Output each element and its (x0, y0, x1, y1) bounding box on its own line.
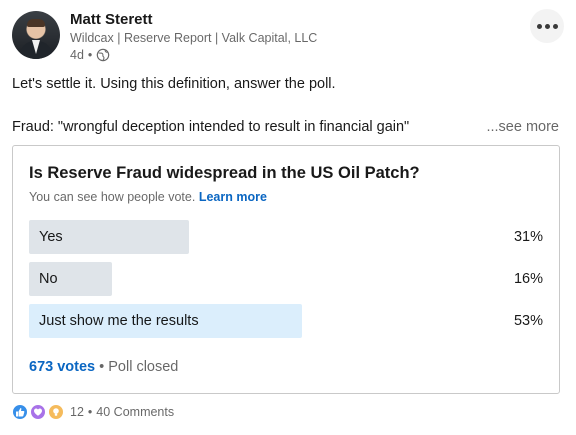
learn-more-link[interactable]: Learn more (199, 190, 267, 204)
post-text-line-1: Let's settle it. Using this definition, … (12, 76, 336, 92)
comments-count-link[interactable]: 40 Comments (96, 405, 174, 419)
avatar-hair (27, 19, 45, 27)
poll-option-no[interactable]: No 16% (29, 262, 545, 296)
poll-option-percent: 31% (513, 229, 543, 245)
poll-option-label: No (39, 271, 58, 287)
more-options-button[interactable] (530, 9, 564, 43)
poll-card: Is Reserve Fraud widespread in the US Oi… (12, 145, 560, 394)
post-time: 4d (70, 48, 84, 62)
poll-option-just-show-results[interactable]: Just show me the results 53% (29, 304, 545, 338)
poll-footer-separator: • (99, 359, 105, 375)
poll-option-label: Just show me the results (39, 313, 199, 329)
like-icon[interactable] (12, 404, 28, 420)
poll-votes-link[interactable]: 673 votes (29, 359, 95, 375)
poll-option-label: Yes (39, 229, 63, 245)
author-avatar[interactable] (12, 11, 60, 59)
poll-option-percent: 16% (513, 271, 543, 287)
author-name[interactable]: Matt Sterett (70, 11, 153, 28)
poll-status: Poll closed (108, 359, 179, 375)
author-headline: Wildcax | Reserve Report | Valk Capital,… (70, 31, 318, 45)
poll-note-text: You can see how people vote. (29, 190, 196, 204)
insightful-icon[interactable] (48, 404, 64, 420)
more-dot-icon (552, 23, 558, 29)
more-dot-icon (544, 23, 550, 29)
meta-separator: • (87, 48, 93, 62)
more-dot-icon (536, 23, 542, 29)
post-meta: 4d • (70, 48, 110, 62)
poll-question: Is Reserve Fraud widespread in the US Oi… (29, 164, 420, 182)
poll-option-yes[interactable]: Yes 31% (29, 220, 545, 254)
poll-option-percent: 53% (513, 313, 543, 329)
reactions-count[interactable]: 12 (70, 405, 84, 419)
poll-visibility-note: You can see how people vote. Learn more (29, 190, 267, 204)
globe-icon (97, 48, 110, 62)
post-text-line-2: Fraud: "wrongful deception intended to r… (12, 119, 410, 135)
social-separator: • (87, 405, 93, 419)
social-counts-bar: 12 • 40 Comments (12, 402, 174, 422)
see-more-link[interactable]: ...see more (486, 119, 559, 135)
post-header: Matt Sterett Wildcax | Reserve Report | … (12, 9, 564, 65)
poll-footer: 673 votes • Poll closed (29, 359, 178, 375)
support-icon[interactable] (30, 404, 46, 420)
